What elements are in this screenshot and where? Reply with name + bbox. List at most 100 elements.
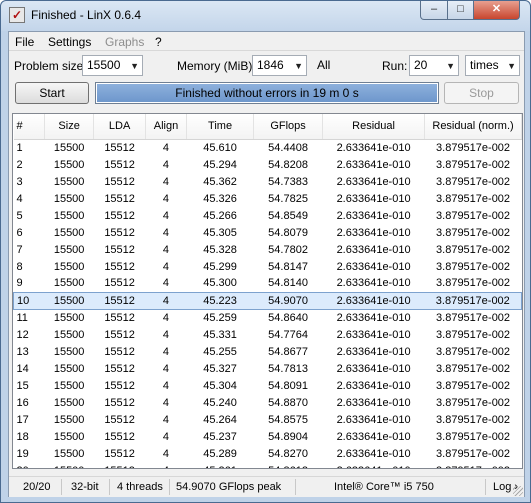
stop-button[interactable]: Stop xyxy=(444,82,519,104)
column-header-time[interactable]: Time xyxy=(186,114,255,140)
gflops-cell: 54.7764 xyxy=(268,328,308,341)
size-cell: 15500 xyxy=(53,379,85,392)
status-cpu: Intel® Core™ i5 750 xyxy=(334,481,434,493)
results-table[interactable]: # Size LDA Align Time GFlops Residual Residual … xyxy=(12,113,523,469)
run-number-cell: 20 xyxy=(14,462,45,469)
run-unit-combo[interactable]: times ▼ xyxy=(465,55,520,76)
problem-size-label: Problem size: xyxy=(14,59,87,73)
menu-graphs[interactable]: Graphs xyxy=(105,35,144,49)
gflops-cell: 54.8091 xyxy=(268,379,308,392)
align-cell: 4 xyxy=(145,291,187,310)
table-row[interactable]: 10 15500 15512 4 45.223 54.9070 2.633641e-010 3… xyxy=(13,291,522,310)
minimize-button[interactable]: – xyxy=(420,1,448,20)
resize-grip[interactable] xyxy=(513,486,523,496)
memory-combo[interactable]: 1846 ▼ xyxy=(252,55,307,76)
column-header-number[interactable]: # xyxy=(13,114,45,140)
size-cell: 15500 xyxy=(53,175,85,188)
table-row[interactable]: 3 15500 15512 4 45.362 54.7383 2.633641e-010 3.… xyxy=(14,173,522,190)
time-cell: 45.327 xyxy=(203,362,237,375)
size-cell: 15500 xyxy=(44,291,94,310)
table-row[interactable]: 2 15500 15512 4 45.294 54.8208 2.633641e-010 3.… xyxy=(14,156,522,173)
progress-status-text: Finished without errors in 19 m 0 s xyxy=(175,86,359,100)
gflops-cell: 54.7825 xyxy=(268,192,308,205)
table-row[interactable]: 9 15500 15512 4 45.300 54.8140 2.633641e-010 3.… xyxy=(14,275,522,292)
residual-cell: 2.633641e-010 xyxy=(336,311,411,324)
menu-file[interactable]: File xyxy=(15,35,34,49)
table-row[interactable]: 13 15500 15512 4 45.255 54.8677 2.633641e-010 3… xyxy=(14,343,522,360)
residual-norm-cell: 3.879517e-002 xyxy=(436,260,511,273)
table-row[interactable]: 8 15500 15512 4 45.299 54.8147 2.633641e-010 3.… xyxy=(14,258,522,275)
status-peak: 54.9070 GFlops peak xyxy=(176,481,282,493)
status-divider xyxy=(295,479,296,495)
run-number-cell: 10 xyxy=(13,291,45,310)
menu-settings[interactable]: Settings xyxy=(48,35,91,49)
residual-norm-cell: 3.879517e-002 xyxy=(436,141,511,154)
run-number-cell: 3 xyxy=(16,175,23,188)
align-cell: 4 xyxy=(162,277,170,290)
status-bitness: 32-bit xyxy=(71,481,99,493)
table-row[interactable]: 18 15500 15512 4 45.237 54.8904 2.633641e-010 3… xyxy=(14,428,522,445)
table-row[interactable]: 16 15500 15512 4 45.240 54.8870 2.633641e-010 3… xyxy=(14,394,522,411)
memory-label: Memory (MiB): xyxy=(177,59,256,73)
column-header-residual[interactable]: Residual xyxy=(322,114,426,140)
residual-norm-cell: 3.879517e-002 xyxy=(436,243,511,256)
column-header-residual-norm[interactable]: Residual (norm.) xyxy=(424,114,522,140)
run-count-combo[interactable]: 20 ▼ xyxy=(409,55,459,76)
lda-cell: 15512 xyxy=(104,141,135,154)
time-cell: 45.294 xyxy=(203,158,237,171)
residual-norm-cell: 3.879517e-002 xyxy=(425,462,522,469)
title-bar[interactable]: ✓ Finished - LinX 0.6.4 – □ ✕ xyxy=(1,1,530,31)
size-cell: 15500 xyxy=(53,260,85,273)
table-row[interactable]: 17 15500 15512 4 45.264 54.8575 2.633641e-010 3… xyxy=(14,411,522,428)
align-cell: 4 xyxy=(162,311,170,324)
table-row[interactable]: 11 15500 15512 4 45.259 54.8640 2.633641e-010 3… xyxy=(14,309,522,326)
residual-cell: 2.633641e-010 xyxy=(336,209,411,222)
app-icon[interactable]: ✓ xyxy=(9,7,25,23)
residual-norm-cell: 3.879517e-002 xyxy=(424,291,522,310)
table-header-row: # Size LDA Align Time GFlops Residual Residual … xyxy=(13,114,522,140)
table-row[interactable]: 7 15500 15512 4 45.328 54.7802 2.633641e-010 3.… xyxy=(14,241,522,258)
maximize-button[interactable]: □ xyxy=(447,1,474,20)
gflops-cell: 54.8079 xyxy=(268,226,308,239)
size-cell: 15500 xyxy=(53,226,85,239)
gflops-cell: 54.8147 xyxy=(268,260,308,273)
residual-norm-cell: 3.879517e-002 xyxy=(436,430,511,443)
table-row[interactable]: 1 15500 15512 4 45.610 54.4408 2.633641e-010 3.… xyxy=(14,139,522,156)
gflops-cell: 54.9070 xyxy=(253,291,323,310)
chevron-down-icon: ▼ xyxy=(446,61,455,71)
table-row[interactable]: 12 15500 15512 4 45.331 54.7764 2.633641e-010 3… xyxy=(14,326,522,343)
residual-cell: 2.633641e-010 xyxy=(336,328,411,341)
run-number-cell: 18 xyxy=(16,430,29,443)
residual-cell: 2.633641e-010 xyxy=(336,345,411,358)
status-divider xyxy=(109,479,110,495)
column-header-align[interactable]: Align xyxy=(145,114,188,140)
lda-cell: 15512 xyxy=(104,243,135,256)
all-memory-link[interactable]: All xyxy=(317,58,330,72)
run-number-cell: 19 xyxy=(16,447,29,460)
time-cell: 45.328 xyxy=(203,243,237,256)
gflops-cell: 54.8208 xyxy=(268,158,308,171)
residual-cell: 2.633641e-010 xyxy=(336,243,411,256)
table-row[interactable]: 4 15500 15512 4 45.326 54.7825 2.633641e-010 3.… xyxy=(14,190,522,207)
app-window: ✓ Finished - LinX 0.6.4 – □ ✕ File Setti… xyxy=(0,0,531,503)
residual-norm-cell: 3.879517e-002 xyxy=(436,396,511,409)
start-button[interactable]: Start xyxy=(15,82,89,104)
column-header-size[interactable]: Size xyxy=(44,114,95,140)
table-row[interactable]: 15 15500 15512 4 45.304 54.8091 2.633641e-010 3… xyxy=(14,377,522,394)
align-cell: 4 xyxy=(162,328,170,341)
table-row[interactable]: 19 15500 15512 4 45.289 54.8270 2.633641e-010 3… xyxy=(14,445,522,462)
table-row[interactable]: 14 15500 15512 4 45.327 54.7813 2.633641e-010 3… xyxy=(14,360,522,377)
run-number-cell: 2 xyxy=(16,158,23,171)
size-cell: 15500 xyxy=(53,209,85,222)
close-button[interactable]: ✕ xyxy=(473,1,520,20)
menu-help[interactable]: ? xyxy=(155,35,162,49)
residual-cell: 2.633641e-010 xyxy=(336,192,411,205)
column-header-lda[interactable]: LDA xyxy=(93,114,146,140)
align-cell: 4 xyxy=(162,413,170,426)
table-row[interactable]: 5 15500 15512 4 45.266 54.8549 2.633641e-010 3.… xyxy=(14,207,522,224)
column-header-gflops[interactable]: GFlops xyxy=(253,114,324,140)
align-cell: 4 xyxy=(162,396,170,409)
problem-size-combo[interactable]: 15500 ▼ xyxy=(82,55,143,76)
table-row[interactable]: 6 15500 15512 4 45.305 54.8079 2.633641e-010 3.… xyxy=(14,224,522,241)
table-row[interactable]: 201550015512445.26154.86122.633641e-0103… xyxy=(14,462,522,469)
